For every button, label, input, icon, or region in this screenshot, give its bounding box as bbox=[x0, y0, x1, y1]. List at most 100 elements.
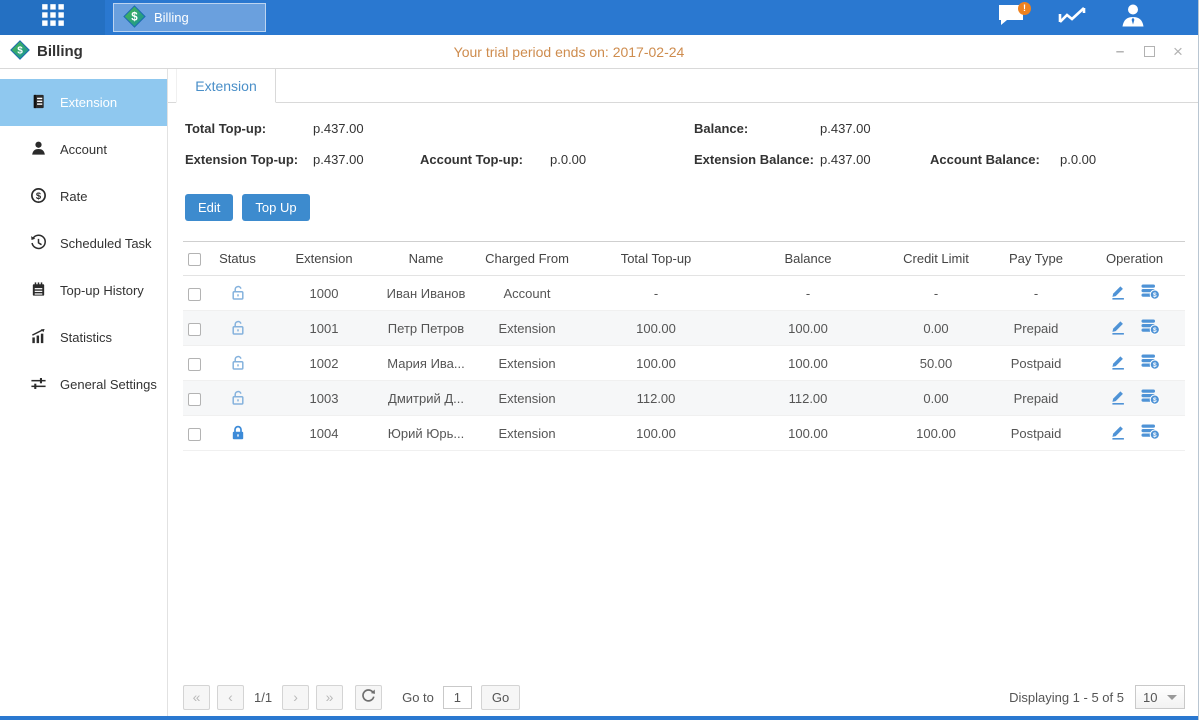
sliders-icon bbox=[30, 375, 47, 395]
page-size-select[interactable]: 10 bbox=[1135, 685, 1185, 709]
sidebar-item-account[interactable]: Account bbox=[0, 126, 167, 173]
topup-row-icon[interactable]: $ bbox=[1141, 318, 1160, 338]
sidebar-item-rate[interactable]: $ Rate bbox=[0, 173, 167, 220]
minimize-button[interactable]: – bbox=[1112, 44, 1128, 60]
account-balance-label: Account Balance: bbox=[930, 152, 1040, 167]
row-checkbox[interactable] bbox=[188, 358, 201, 371]
topup-row-icon[interactable]: $ bbox=[1141, 353, 1160, 373]
window-body: Extension Account $ Rate bbox=[0, 69, 1198, 716]
last-page-button[interactable]: » bbox=[316, 685, 343, 710]
sidebar-item-topup-history[interactable]: Top-up History bbox=[0, 267, 167, 314]
user-button[interactable] bbox=[1116, 3, 1150, 33]
balance-label: Balance: bbox=[694, 121, 748, 136]
unlocked-icon bbox=[229, 284, 247, 299]
topup-row-icon[interactable]: $ bbox=[1141, 388, 1160, 408]
total-topup-label: Total Top-up: bbox=[185, 121, 266, 136]
topup-row-icon[interactable]: $ bbox=[1141, 283, 1160, 303]
svg-text:$: $ bbox=[1152, 327, 1156, 334]
balance-value: p.437.00 bbox=[820, 121, 871, 136]
sidebar-item-statistics[interactable]: Statistics bbox=[0, 314, 167, 361]
topbar-actions: ! bbox=[994, 0, 1150, 35]
name-cell: Дмитрий Д... bbox=[378, 391, 474, 406]
row-checkbox[interactable] bbox=[188, 428, 201, 441]
go-button[interactable]: Go bbox=[481, 685, 520, 710]
balance-cell: 100.00 bbox=[732, 356, 884, 371]
action-buttons: Edit Top Up bbox=[185, 194, 1198, 221]
notification-badge: ! bbox=[1018, 2, 1031, 15]
col-operation: Operation bbox=[1084, 251, 1185, 266]
chevron-down-icon bbox=[1167, 695, 1177, 700]
credit-limit-cell: 100.00 bbox=[884, 426, 988, 441]
monitor-button[interactable] bbox=[1055, 3, 1089, 33]
refresh-button[interactable] bbox=[355, 685, 382, 710]
edit-button[interactable]: Edit bbox=[185, 194, 233, 221]
table-body: 1000Иван ИвановAccount----$1001Петр Петр… bbox=[183, 276, 1185, 451]
table-row: 1000Иван ИвановAccount----$ bbox=[183, 276, 1185, 311]
account-balance-value: p.0.00 bbox=[1060, 152, 1096, 167]
sidebar-item-extension[interactable]: Extension bbox=[0, 79, 167, 126]
tab-bar: Extension bbox=[168, 69, 1198, 103]
credit-limit-cell: 0.00 bbox=[884, 391, 988, 406]
balance-cell: 112.00 bbox=[732, 391, 884, 406]
row-checkbox[interactable] bbox=[188, 288, 201, 301]
topup-row-icon[interactable]: $ bbox=[1141, 423, 1160, 443]
sidebar: Extension Account $ Rate bbox=[0, 69, 168, 716]
sidebar-item-label: Rate bbox=[60, 189, 87, 204]
edit-row-icon[interactable] bbox=[1110, 353, 1126, 373]
sidebar-item-label: Top-up History bbox=[60, 283, 144, 298]
svg-text:$: $ bbox=[131, 11, 138, 23]
sidebar-item-general-settings[interactable]: General Settings bbox=[0, 361, 167, 408]
sidebar-item-label: Scheduled Task bbox=[60, 236, 152, 251]
balance-cell: - bbox=[732, 286, 884, 301]
pay-type-cell: Postpaid bbox=[988, 356, 1084, 371]
extension-cell: 1000 bbox=[270, 286, 378, 301]
select-all-checkbox[interactable] bbox=[188, 253, 201, 266]
svg-text:$: $ bbox=[1152, 292, 1156, 299]
sidebar-item-scheduled-task[interactable]: Scheduled Task bbox=[0, 220, 167, 267]
pay-type-cell: Prepaid bbox=[988, 391, 1084, 406]
charged-from-cell: Extension bbox=[474, 321, 580, 336]
first-page-button[interactable]: « bbox=[183, 685, 210, 710]
dollar-coin-icon: $ bbox=[30, 187, 47, 207]
window-bottom-edge bbox=[0, 716, 1198, 720]
sidebar-item-label: Statistics bbox=[60, 330, 112, 345]
refresh-icon bbox=[361, 688, 376, 706]
edit-row-icon[interactable] bbox=[1110, 423, 1126, 443]
maximize-icon bbox=[1144, 46, 1155, 57]
edit-row-icon[interactable] bbox=[1110, 388, 1126, 408]
row-checkbox[interactable] bbox=[188, 393, 201, 406]
extension-table: Status Extension Name Charged From Total… bbox=[183, 241, 1185, 451]
edit-row-icon[interactable] bbox=[1110, 318, 1126, 338]
total-topup-value: p.437.00 bbox=[313, 121, 364, 136]
prev-page-button[interactable]: ‹ bbox=[217, 685, 244, 710]
top-up-button[interactable]: Top Up bbox=[242, 194, 309, 221]
svg-text:$: $ bbox=[1152, 397, 1156, 404]
main-content: Extension Total Top-up: p.437.00 Balance… bbox=[168, 69, 1198, 716]
pagination-right: Displaying 1 - 5 of 5 10 bbox=[1009, 685, 1185, 709]
total-topup-cell: 100.00 bbox=[580, 426, 732, 441]
goto-label: Go to bbox=[402, 690, 434, 705]
balance-cell: 100.00 bbox=[732, 426, 884, 441]
account-topup-label: Account Top-up: bbox=[420, 152, 523, 167]
pay-type-cell: Postpaid bbox=[988, 426, 1084, 441]
col-balance: Balance bbox=[732, 251, 884, 266]
app-grid-button[interactable] bbox=[0, 0, 105, 35]
row-checkbox[interactable] bbox=[188, 323, 201, 336]
maximize-button[interactable] bbox=[1141, 44, 1157, 60]
next-page-button[interactable]: › bbox=[282, 685, 309, 710]
pay-type-cell: - bbox=[988, 286, 1084, 301]
goto-page-input[interactable] bbox=[443, 686, 472, 709]
col-total-topup: Total Top-up bbox=[580, 251, 732, 266]
credit-limit-cell: 50.00 bbox=[884, 356, 988, 371]
col-pay-type: Pay Type bbox=[988, 251, 1084, 266]
total-topup-cell: - bbox=[580, 286, 732, 301]
close-button[interactable]: × bbox=[1170, 44, 1186, 60]
titlebar: $ Billing Your trial period ends on: 201… bbox=[0, 35, 1198, 69]
billing-window: $ Billing ! bbox=[0, 0, 1199, 720]
tab-extension[interactable]: Extension bbox=[176, 69, 276, 103]
notifications-button[interactable]: ! bbox=[994, 3, 1028, 33]
taskbar-tab-billing[interactable]: $ Billing bbox=[113, 3, 266, 32]
name-cell: Мария Ива... bbox=[378, 356, 474, 371]
edit-row-icon[interactable] bbox=[1110, 283, 1126, 303]
name-cell: Юрий Юрь... bbox=[378, 426, 474, 441]
